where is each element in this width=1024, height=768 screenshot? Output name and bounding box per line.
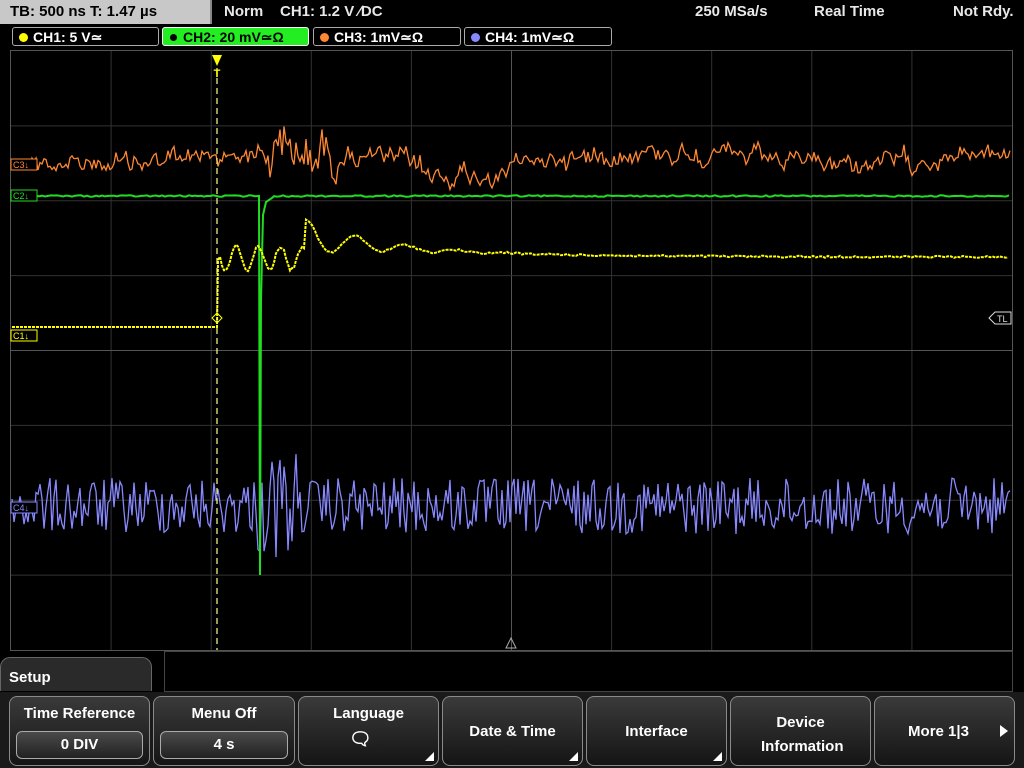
ch1-waveform — [12, 217, 1009, 328]
ch4-marker-label: C4↓ — [13, 503, 29, 513]
menu-off-button[interactable]: Menu Off 4 s — [153, 696, 295, 766]
ch3-marker-label: C3↓ — [13, 160, 29, 170]
graticule — [11, 51, 1012, 650]
menu-off-value: 4 s — [160, 731, 288, 759]
trigger-pos-label: T — [214, 68, 221, 80]
softkey-label: Device Information — [761, 714, 844, 755]
ch4-marker[interactable]: C4↓ — [10, 501, 38, 514]
zoom-area — [164, 651, 1013, 692]
time-reference-button[interactable]: Time Reference 0 DIV — [9, 696, 150, 766]
speech-bubble-icon: 🗨 — [349, 729, 372, 749]
ch1-marker[interactable]: C1↓ — [10, 329, 38, 342]
language-button[interactable]: Language 🗨 — [298, 696, 439, 766]
trigger-position-marker[interactable] — [212, 55, 222, 66]
ch3-marker[interactable]: C3↓ — [10, 158, 38, 171]
time-reference-value: 0 DIV — [16, 731, 143, 759]
ch2-marker-label: C2↓ — [13, 191, 29, 201]
device-information-button[interactable]: Device Information — [730, 696, 871, 766]
softkey-label: Language — [333, 705, 404, 722]
softkey-label: Time Reference — [23, 705, 136, 722]
trigger-level-label: TL — [997, 314, 1008, 324]
submenu-corner-icon — [713, 752, 722, 761]
submenu-corner-icon — [569, 752, 578, 761]
interface-button[interactable]: Interface — [586, 696, 727, 766]
softkey-label: Date & Time — [469, 723, 556, 740]
more-button[interactable]: More 1|3 — [874, 696, 1015, 766]
next-arrow-icon — [1000, 725, 1008, 737]
submenu-corner-icon — [425, 752, 434, 761]
menu-title: Setup — [0, 657, 152, 691]
softkey-label: More 1|3 — [908, 723, 969, 740]
trigger-level-marker[interactable]: TL — [988, 311, 1012, 325]
ch1-marker-label: C1↓ — [13, 331, 29, 341]
date-time-button[interactable]: Date & Time — [442, 696, 583, 766]
softkey-label: Menu Off — [191, 705, 257, 722]
ch2-marker[interactable]: C2↓ — [10, 189, 38, 202]
softkey-label: Interface — [625, 723, 688, 740]
